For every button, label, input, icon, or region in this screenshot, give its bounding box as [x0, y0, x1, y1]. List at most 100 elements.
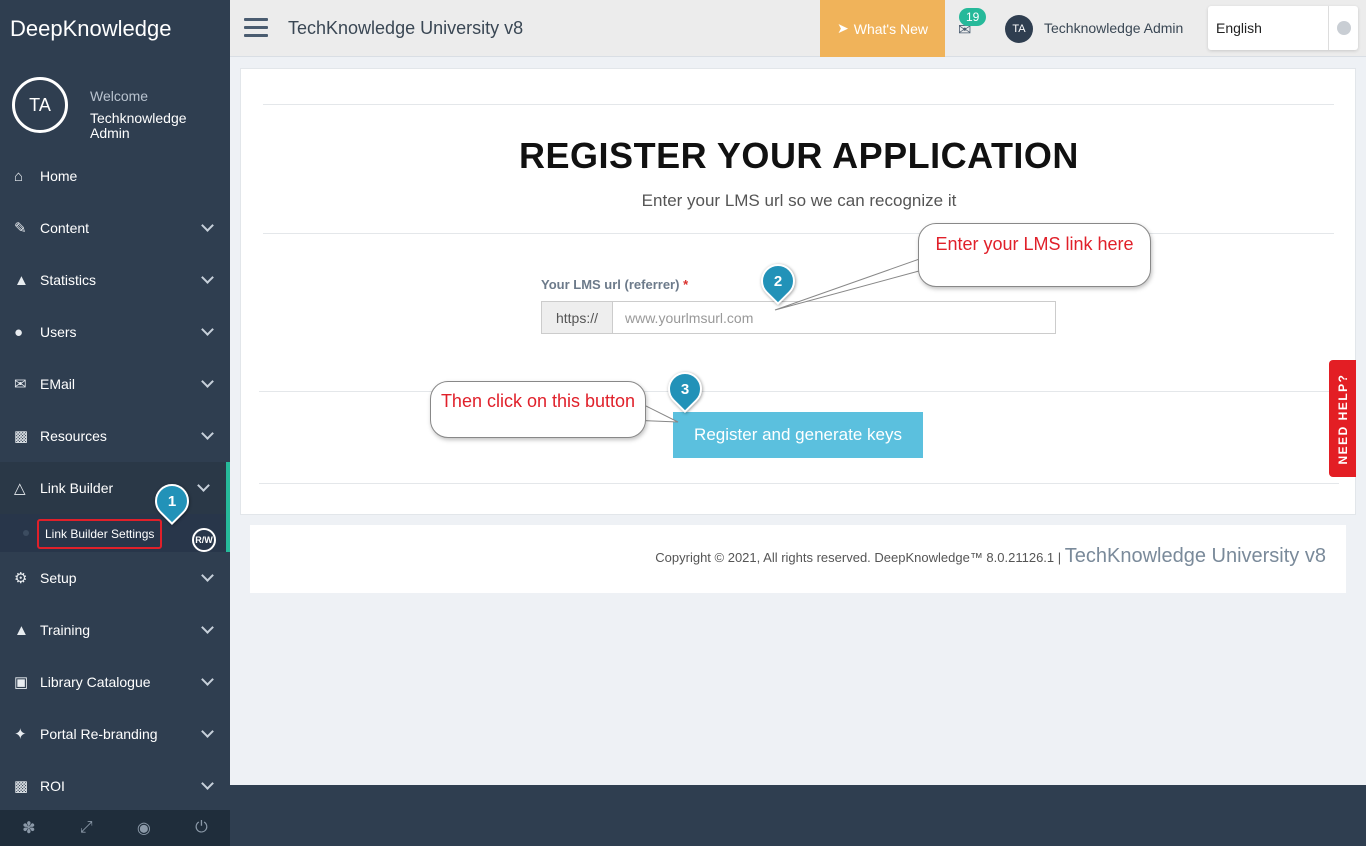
- sidebar-item-label: Link Builder: [40, 480, 114, 496]
- register-card: REGISTER YOUR APPLICATION Enter your LMS…: [240, 68, 1356, 515]
- sidebar-item-roi[interactable]: ▩ ROI: [0, 760, 230, 812]
- fullscreen-icon[interactable]: ⤢: [80, 819, 93, 837]
- divider: [263, 104, 1334, 105]
- sidebar-item-portal-rebranding[interactable]: ✦ Portal Re-branding: [0, 708, 230, 760]
- gears-icon: ⚙: [14, 570, 28, 587]
- sidebar-item-label: EMail: [40, 376, 76, 392]
- copyright: Copyright © 2021, All rights reserved. D…: [655, 545, 1326, 568]
- sidebar-nav: ⌂ Home ✎ Content ▲ Statistics ● Users ✉ …: [0, 150, 230, 812]
- sidebar-item-label: Statistics: [40, 272, 97, 288]
- chevron-down-icon: [201, 427, 214, 440]
- home-icon: ⌂: [14, 167, 24, 185]
- sidebar-item-label: Resources: [40, 428, 107, 444]
- chevron-down-icon: [201, 375, 214, 388]
- chevron-down-icon: [201, 725, 214, 738]
- avatar[interactable]: TA: [1005, 15, 1033, 43]
- sidebar-item-label: Users: [40, 324, 77, 340]
- flask-icon: △: [14, 480, 26, 497]
- notification-badge: 19: [959, 8, 987, 26]
- whats-new-button[interactable]: ➤ What's New: [820, 0, 945, 57]
- user-menu[interactable]: Techknowledge Admin: [1044, 20, 1183, 36]
- read-write-badge: R/W: [192, 528, 216, 552]
- envelope-icon: ✉: [14, 376, 27, 393]
- sidebar-item-label: Setup: [40, 570, 77, 586]
- lms-url-label-text: Your LMS url (referrer): [541, 277, 680, 292]
- whats-new-label: What's New: [853, 20, 928, 37]
- chevron-down-icon: [201, 569, 214, 582]
- divider: [263, 233, 1334, 234]
- page-footer: Copyright © 2021, All rights reserved. D…: [250, 525, 1346, 593]
- register-button[interactable]: Register and generate keys: [673, 412, 923, 458]
- bullet-icon: [23, 530, 29, 536]
- sidebar-item-label: Content: [40, 220, 90, 236]
- language-select[interactable]: English: [1208, 6, 1358, 50]
- chevron-down-icon: [201, 219, 214, 232]
- profile: TA: [12, 77, 68, 133]
- sidebar-item-content[interactable]: ✎ Content: [0, 202, 230, 254]
- sidebar-item-setup[interactable]: ⚙ Setup: [0, 552, 230, 604]
- chevron-down-icon: [201, 323, 214, 336]
- graduation-cap-icon: ▲: [14, 621, 29, 639]
- sidebar-item-label: Home: [40, 168, 78, 184]
- page-title: REGISTER YOUR APPLICATION: [519, 135, 1079, 176]
- url-prefix: https://: [541, 301, 613, 334]
- lms-url-label: Your LMS url (referrer) *: [541, 277, 688, 292]
- bottom-bar: [230, 785, 1366, 846]
- callout-enter-link: Enter your LMS link here: [918, 223, 1151, 287]
- step-number: 3: [680, 380, 690, 398]
- sidebar-item-training[interactable]: ▲ Training: [0, 604, 230, 656]
- magic-wand-icon: ✦: [14, 726, 27, 743]
- app-title: TechKnowledge University v8: [288, 18, 524, 38]
- sidebar-subitem: Link Builder Settings R/W: [0, 514, 230, 552]
- brand-logo[interactable]: DeepKnowledge: [0, 0, 230, 58]
- sidebar-footer: ✽ ⤢ ◉ ⏻: [0, 810, 230, 846]
- money-icon: ▩: [14, 778, 29, 795]
- chevron-down-icon: [201, 777, 214, 790]
- dropdown-toggle-icon[interactable]: [1328, 6, 1358, 50]
- chevron-down-icon: [201, 621, 214, 634]
- sidebar-item-library-catalogue[interactable]: ▣ Library Catalogue: [0, 656, 230, 708]
- avatar[interactable]: TA: [12, 77, 68, 133]
- sidebar-item-link-builder[interactable]: △ Link Builder: [0, 462, 230, 514]
- sidebar: DeepKnowledge TA Welcome Techknowledge A…: [0, 0, 230, 846]
- power-icon[interactable]: ⏻: [195, 819, 208, 837]
- sidebar-item-label: ROI: [40, 778, 65, 794]
- book-icon: ▣: [14, 674, 29, 691]
- megaphone-icon: ➤: [837, 20, 849, 36]
- edit-icon: ✎: [14, 220, 27, 237]
- sidebar-item-label: Library Catalogue: [40, 674, 151, 690]
- language-value: English: [1216, 20, 1262, 36]
- sidebar-item-users[interactable]: ● Users: [0, 306, 230, 358]
- sidebar-item-link-builder-settings[interactable]: Link Builder Settings: [37, 519, 163, 549]
- step-number: 2: [773, 272, 783, 290]
- puzzle-icon: ▩: [14, 428, 29, 445]
- need-help-label: NEED HELP?: [1335, 372, 1350, 465]
- hamburger-menu-icon[interactable]: [244, 18, 268, 42]
- sidebar-item-resources[interactable]: ▩ Resources: [0, 410, 230, 462]
- page-subtitle: Enter your LMS url so we can recognize i…: [641, 191, 957, 210]
- required-mark: *: [683, 277, 689, 292]
- lms-url-input[interactable]: [613, 301, 1056, 334]
- bug-icon[interactable]: ✽: [22, 818, 35, 838]
- sidebar-item-email[interactable]: ✉ EMail: [0, 358, 230, 410]
- divider: [259, 483, 1339, 484]
- users-icon: ●: [14, 323, 24, 341]
- step-number: 1: [167, 492, 177, 510]
- sidebar-item-statistics[interactable]: ▲ Statistics: [0, 254, 230, 306]
- chevron-down-icon: [201, 271, 214, 284]
- welcome-user-name: Techknowledge Admin: [90, 110, 187, 141]
- chevron-down-icon: [201, 673, 214, 686]
- divider: [259, 391, 1339, 392]
- chevron-down-icon: [197, 479, 210, 492]
- need-help-tab[interactable]: NEED HELP?: [1329, 360, 1356, 477]
- copyright-text: Copyright © 2021, All rights reserved. D…: [655, 550, 1062, 565]
- sidebar-item-label: Portal Re-branding: [40, 726, 158, 742]
- area-chart-icon: ▲: [14, 271, 29, 289]
- hide-icon[interactable]: ◉: [137, 818, 151, 838]
- sidebar-item-label: Training: [40, 622, 91, 638]
- welcome-text: Welcome: [90, 88, 149, 104]
- footer-version: TechKnowledge University v8: [1064, 545, 1326, 567]
- lms-url-input-group: https://: [541, 301, 1056, 334]
- callout-click-button: Then click on this button: [430, 381, 646, 438]
- sidebar-item-home[interactable]: ⌂ Home: [0, 150, 230, 202]
